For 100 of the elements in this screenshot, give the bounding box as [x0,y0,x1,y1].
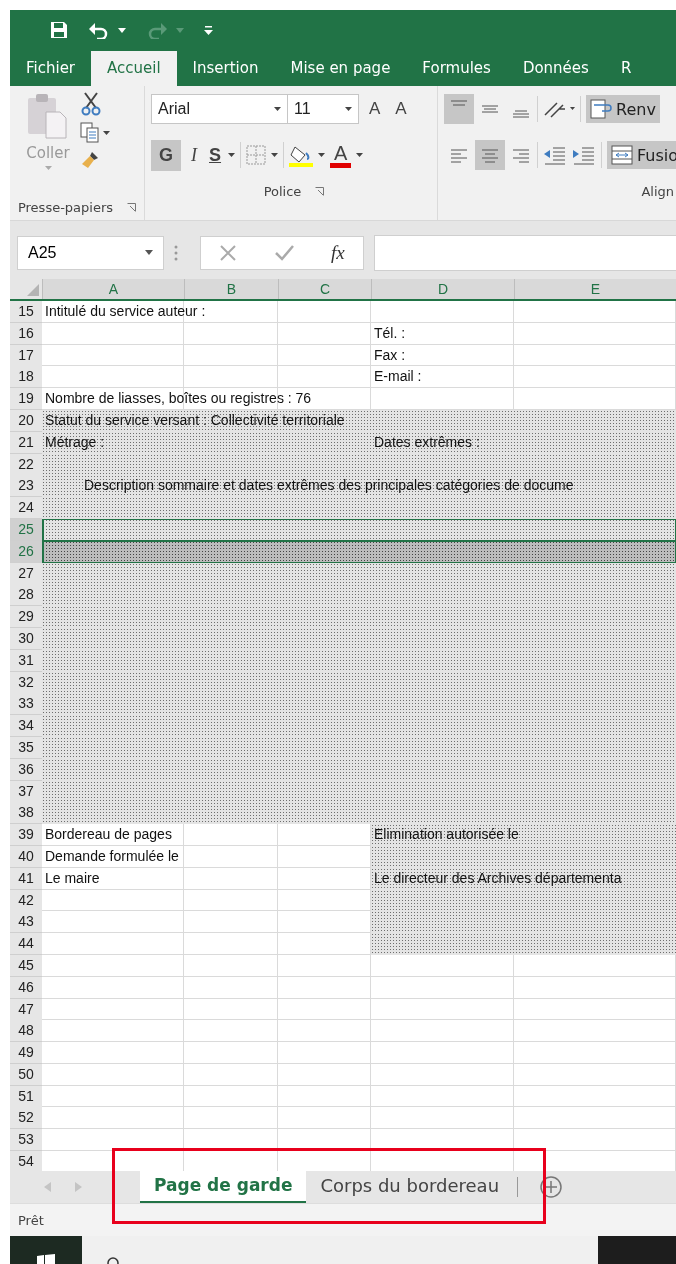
brush-icon[interactable] [80,150,100,170]
ribbon-tab[interactable]: Données [506,59,605,86]
row-header[interactable]: 15 [10,301,42,323]
row-header[interactable]: 28 [10,584,42,607]
row-header[interactable]: 48 [10,1020,42,1043]
formula-input[interactable] [374,234,676,271]
row-header[interactable]: 26 [10,540,42,563]
wrap-text-button[interactable]: Renv [586,95,660,123]
insert-function-button[interactable]: fx [330,241,345,264]
row-header[interactable]: 49 [10,1042,42,1065]
ribbon-tab[interactable]: Formules [406,59,507,86]
row-header[interactable]: 22 [10,453,42,476]
row-header[interactable]: 53 [10,1129,42,1152]
customize-icon[interactable] [204,25,213,35]
ribbon-tab[interactable]: Fichier [10,59,92,86]
row-header[interactable]: 16 [10,322,42,345]
row-header[interactable]: 40 [10,845,42,868]
row-header[interactable]: 44 [10,933,42,956]
column-header[interactable]: C [278,279,371,299]
clipboard-icon [26,92,70,140]
decrease-indent-icon[interactable] [543,145,567,165]
font-color-button[interactable]: A [330,142,352,168]
row-header[interactable]: 31 [10,649,42,672]
row-header[interactable]: 45 [10,954,42,977]
row-header[interactable]: 42 [10,889,42,912]
name-box[interactable]: A25 [17,235,164,270]
row-header[interactable]: 37 [10,780,42,803]
cell-text: Fax : [373,345,407,365]
caret-icon[interactable] [103,131,110,135]
row-header[interactable]: 33 [10,693,42,716]
ribbon-tab[interactable]: Insertion [176,59,275,86]
cancel-icon[interactable] [219,243,238,262]
taskbar-search-field[interactable] [82,1236,598,1264]
next-sheet-icon [74,1182,82,1192]
ribbon-tab[interactable]: Accueil [91,51,177,86]
group-label: Align [641,183,675,199]
shrink-font-button[interactable]: A [390,97,412,121]
row-header[interactable]: 36 [10,758,42,781]
cell-text: Dates extrêmes : [373,432,481,452]
column-header[interactable]: B [184,279,278,299]
row-header[interactable]: 43 [10,911,42,934]
caret-icon[interactable] [271,153,279,157]
group-label: Presse-papiers [17,199,114,215]
cell-text: Le maire [44,868,101,888]
row-header[interactable]: 24 [10,497,42,520]
increase-indent-icon[interactable] [572,145,596,165]
row-header[interactable]: 25 [10,518,42,541]
row-header[interactable]: 38 [10,802,42,825]
caret-icon [345,107,352,111]
orientation-icon[interactable] [543,99,575,119]
cell-text: Tél. : [373,323,407,343]
font-name-field[interactable]: Arial [151,94,288,124]
cell-text: Métrage : [44,432,106,452]
caret-icon [44,166,52,170]
undo-icon[interactable] [88,21,110,39]
row-header[interactable]: 19 [10,388,42,411]
row-header[interactable]: 34 [10,715,42,738]
ribbon-tab[interactable]: Mise en page [274,59,407,86]
caret-icon[interactable] [318,153,326,157]
copy-icon[interactable] [80,122,100,144]
column-header[interactable]: A [42,279,184,299]
column-header[interactable]: E [514,279,676,299]
grow-font-button[interactable]: A [364,97,386,121]
caret-icon[interactable] [118,27,126,33]
row-header[interactable]: 23 [10,475,42,498]
row-header[interactable]: 27 [10,562,42,585]
row-header[interactable]: 39 [10,824,42,847]
previous-sheet-icon [44,1182,52,1192]
dialog-launcher-icon[interactable] [127,202,137,212]
row-header[interactable]: 52 [10,1107,42,1130]
row-header[interactable]: 46 [10,976,42,999]
sheet-tab[interactable]: Page de garde [140,1171,307,1203]
row-header[interactable]: 20 [10,410,42,432]
row-header[interactable]: 35 [10,736,42,759]
italic-button[interactable]: I [186,142,202,168]
scissors-icon[interactable] [80,92,102,116]
row-header[interactable]: 32 [10,671,42,694]
row-header[interactable]: 54 [10,1151,42,1174]
ribbon-tab[interactable]: R [604,59,648,86]
save-icon[interactable] [50,21,68,39]
row-header[interactable]: 18 [10,366,42,389]
start-button[interactable] [10,1236,82,1264]
caret-icon[interactable] [228,153,236,157]
row-header[interactable]: 17 [10,344,42,367]
add-sheet-icon[interactable] [540,1176,563,1198]
sheet-tab[interactable]: Corps du bordereau [306,1171,514,1203]
row-header[interactable]: 50 [10,1063,42,1086]
column-header[interactable]: D [371,279,514,299]
bold-button[interactable]: G [151,139,181,171]
row-header[interactable]: 30 [10,627,42,650]
underline-button[interactable]: S [207,142,224,168]
row-header[interactable]: 51 [10,1085,42,1108]
font-size-field[interactable]: 11 [287,94,359,124]
row-header[interactable]: 21 [10,431,42,454]
row-header[interactable]: 29 [10,606,42,629]
check-icon[interactable] [274,243,295,262]
caret-icon[interactable] [356,153,364,157]
row-header[interactable]: 47 [10,998,42,1021]
dialog-launcher-icon[interactable] [315,186,325,196]
row-header[interactable]: 41 [10,867,42,890]
